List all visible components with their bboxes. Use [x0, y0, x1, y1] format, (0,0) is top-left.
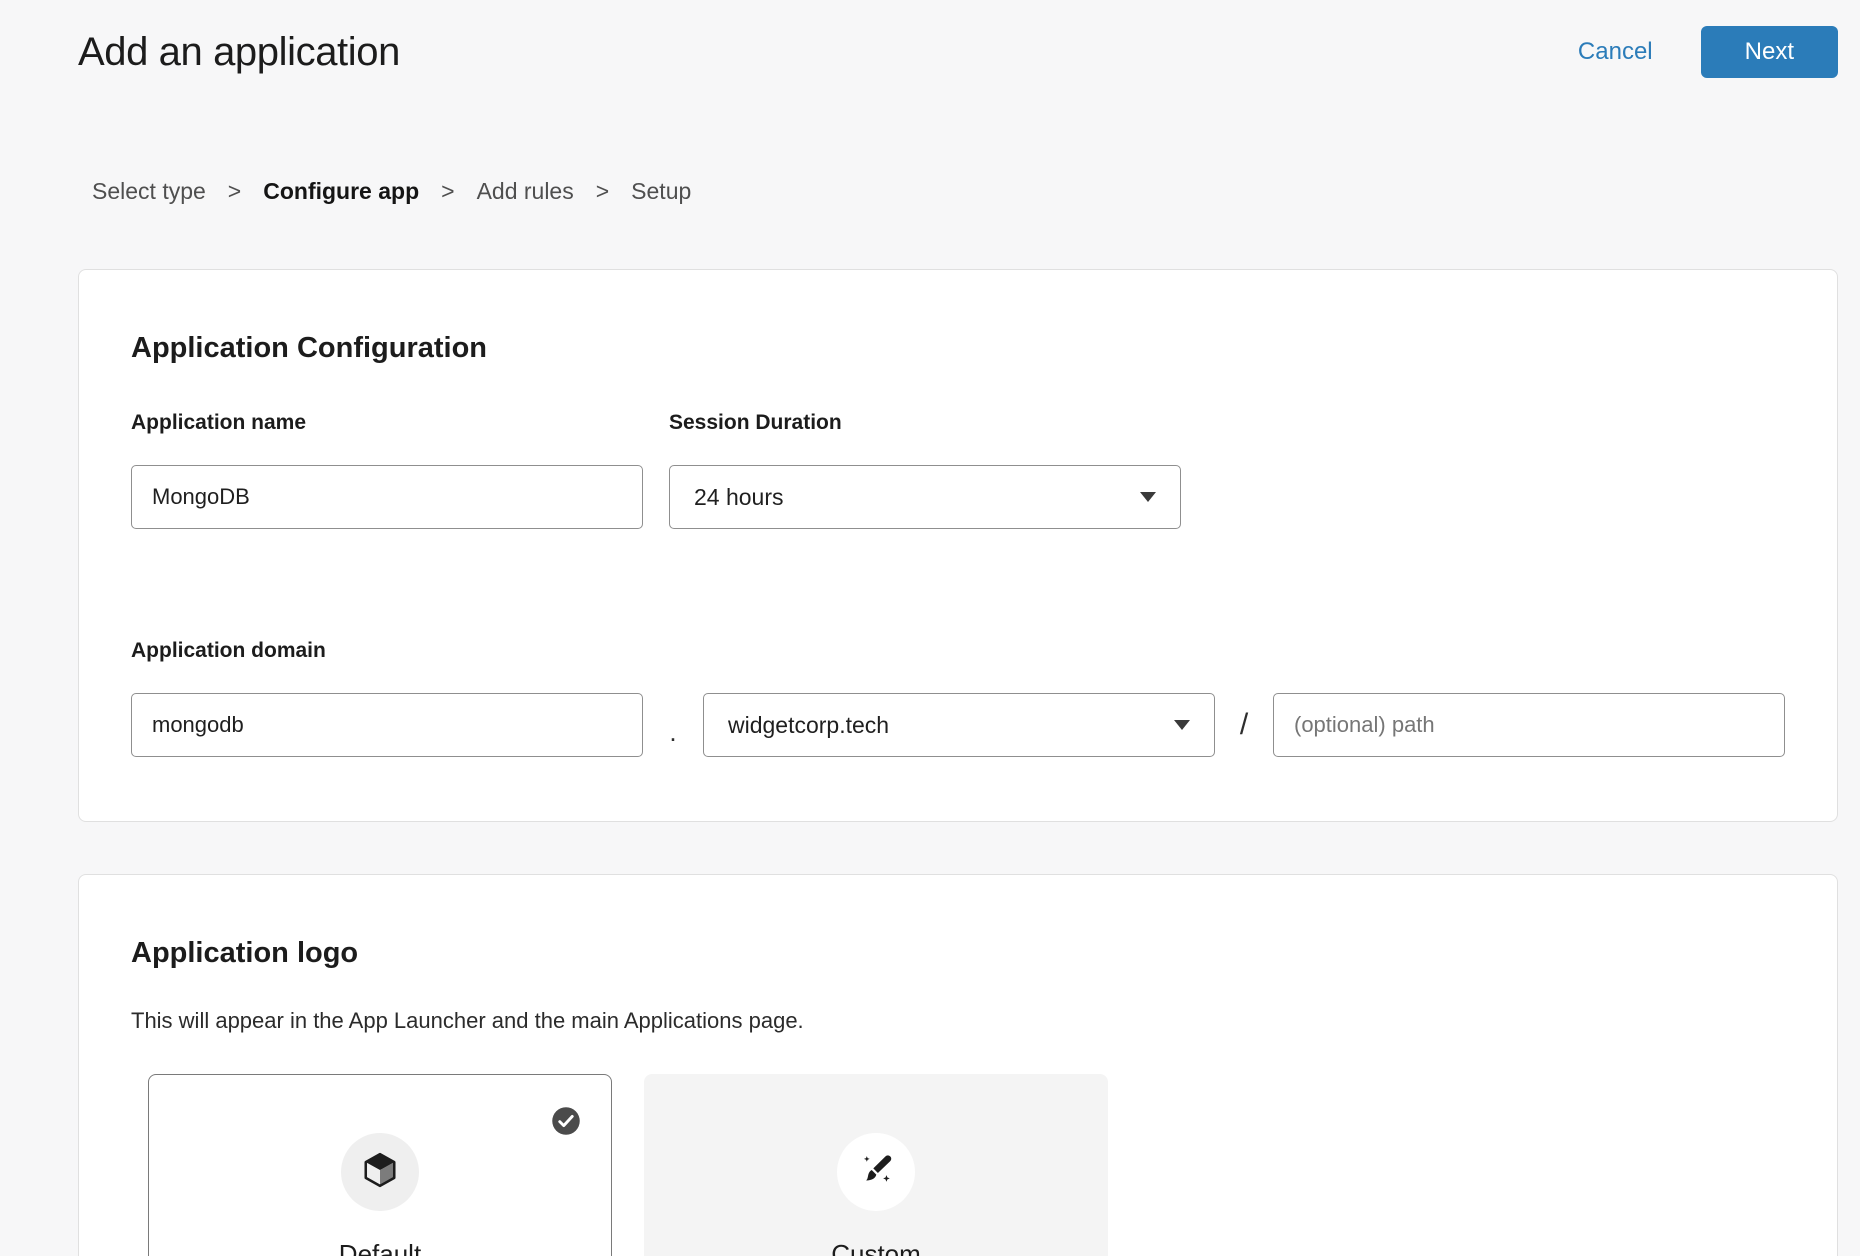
step-separator: >: [228, 178, 241, 205]
page-title: Add an application: [78, 28, 400, 76]
step-separator: >: [596, 178, 609, 205]
cube-icon: [361, 1151, 399, 1194]
domain-dot-separator: .: [643, 703, 703, 748]
step-setup[interactable]: Setup: [631, 178, 691, 205]
name-duration-row: Application name Session Duration 24 hou…: [131, 411, 1785, 529]
logo-options: Default Custom: [148, 1074, 1785, 1256]
logo-option-label: Custom: [831, 1239, 921, 1256]
logo-heading: Application logo: [131, 937, 1785, 970]
custom-logo-circle: [837, 1133, 915, 1211]
add-application-page: Add an application Cancel Next Select ty…: [0, 0, 1860, 1256]
path-input[interactable]: [1273, 693, 1785, 757]
logo-option-custom[interactable]: Custom: [644, 1074, 1108, 1256]
paintbrush-icon: [857, 1151, 895, 1194]
logo-option-default[interactable]: Default: [148, 1074, 612, 1256]
step-select-type[interactable]: Select type: [92, 178, 206, 205]
next-button[interactable]: Next: [1701, 26, 1838, 78]
application-domain-controls: . widgetcorp.tech /: [131, 693, 1785, 757]
session-duration-label: Session Duration: [669, 411, 1181, 435]
step-separator: >: [441, 178, 454, 205]
session-duration-field: Session Duration 24 hours: [669, 411, 1181, 529]
domain-select[interactable]: widgetcorp.tech: [703, 693, 1215, 757]
default-logo-circle: [341, 1133, 419, 1211]
header-actions: Cancel Next: [1578, 26, 1838, 78]
caret-down-icon: [1174, 720, 1190, 730]
logo-description: This will appear in the App Launcher and…: [131, 1008, 1785, 1034]
domain-slash-separator: /: [1215, 708, 1273, 742]
subdomain-input[interactable]: [131, 693, 643, 757]
application-name-label: Application name: [131, 411, 643, 435]
application-name-field: Application name: [131, 411, 643, 529]
application-configuration-card: Application Configuration Application na…: [78, 269, 1838, 822]
session-duration-select[interactable]: 24 hours: [669, 465, 1181, 529]
logo-option-label: Default: [339, 1239, 421, 1256]
page-header: Add an application Cancel Next: [78, 0, 1838, 78]
session-duration-value: 24 hours: [694, 484, 784, 511]
caret-down-icon: [1140, 492, 1156, 502]
configuration-heading: Application Configuration: [131, 332, 1785, 365]
application-logo-card: Application logo This will appear in the…: [78, 874, 1838, 1256]
application-domain-label: Application domain: [131, 639, 1785, 663]
step-configure-app[interactable]: Configure app: [263, 178, 419, 205]
domain-select-value: widgetcorp.tech: [728, 712, 889, 739]
step-add-rules[interactable]: Add rules: [477, 178, 574, 205]
cancel-button[interactable]: Cancel: [1578, 38, 1653, 66]
wizard-steps: Select type > Configure app > Add rules …: [92, 178, 1838, 205]
application-domain-section: Application domain . widgetcorp.tech /: [131, 639, 1785, 757]
application-name-input[interactable]: [131, 465, 643, 529]
check-icon: [551, 1106, 581, 1136]
